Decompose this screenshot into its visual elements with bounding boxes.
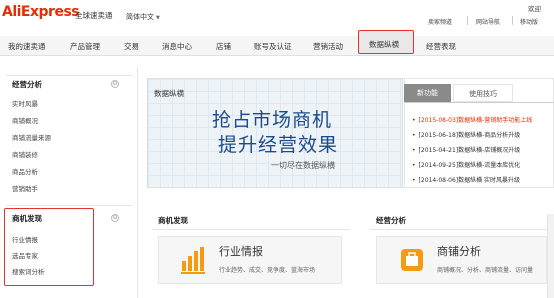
store-analysis-card[interactable]: 商铺分析 商铺概况、分析、商铺流量、访问量 [376, 236, 547, 284]
bullet-icon: • [412, 177, 416, 184]
divider [370, 229, 547, 230]
card-description: 商铺概况、分析、商铺流量、访问量 [437, 267, 534, 274]
card-title: 商铺分析 [437, 245, 481, 258]
sidebar-highlight-box [4, 208, 94, 286]
sidebar-item-product-analysis[interactable]: 商品分析 [12, 166, 38, 176]
nav-performance[interactable]: 经营表现 [426, 41, 456, 52]
main-nav: 我的速卖通 产品管理 交易 消息中心 店铺 账号及认证 营销活动 经营表现 [0, 36, 554, 56]
divider [6, 205, 132, 206]
collapse-icon[interactable]: ⊖ [111, 80, 119, 88]
news-item[interactable]: • [2015-08-03]数据纵横-营销助手功能上线 [412, 115, 532, 124]
language-selector[interactable]: 简体中文 ▼ [126, 12, 160, 22]
collapse-icon[interactable]: ⊖ [111, 214, 119, 222]
nav-product-management[interactable]: 产品管理 [70, 41, 100, 52]
aliexpress-logo[interactable]: AliExpress [2, 4, 80, 20]
card-title: 行业情报 [219, 245, 263, 258]
tab-new-features[interactable]: 新功能 [404, 84, 451, 102]
bar-chart-icon [181, 247, 205, 274]
bullet-icon: • [412, 162, 416, 169]
mobile-link[interactable]: 移动版 [520, 17, 538, 26]
banner-subtitle: 一切尽在数据纵横 [271, 161, 335, 170]
news-item[interactable]: • [2014-08-06]数据纵横 实时风暴升级 [412, 175, 520, 184]
news-item[interactable]: • [2015-06-18]数据纵横-商品分析升级 [412, 130, 520, 139]
section-title-business-analysis: 经营分析 [376, 216, 406, 225]
scroll-edge [547, 214, 554, 298]
banner-label: 数据纵横 [154, 89, 184, 98]
seller-channel-link[interactable]: 卖家频道 [428, 17, 452, 26]
nav-account[interactable]: 账号及认证 [254, 41, 292, 52]
chevron-down-icon: ▼ [156, 15, 160, 21]
sidebar-item-marketing-assistant[interactable]: 营销助手 [12, 183, 38, 193]
sidebar-item-store-decoration[interactable]: 商铺装修 [12, 149, 38, 159]
sidebar-item-store-overview[interactable]: 商铺概况 [12, 115, 38, 125]
logo-subtitle: 全球速卖通 [75, 11, 113, 20]
store-icon [401, 249, 423, 271]
news-item[interactable]: • [2014-09-25]数据纵横-流量本库优化 [412, 160, 520, 169]
divider [152, 229, 350, 230]
news-item-text: [2015-06-18]数据纵横-商品分析升级 [418, 132, 521, 139]
welcome-text: 欢迎 [528, 5, 541, 13]
nav-marketing[interactable]: 营销活动 [313, 41, 343, 52]
bullet-icon: • [412, 147, 416, 154]
news-item-text: [2015-04-21]数据纵横-店铺概况升级 [418, 147, 521, 154]
divider [467, 16, 468, 25]
nav-trade[interactable]: 交易 [124, 41, 139, 52]
nav-data-analysis-active[interactable]: 数据纵横 [358, 30, 414, 54]
bullet-icon: • [412, 132, 416, 139]
nav-store[interactable]: 店铺 [216, 41, 231, 52]
banner-title-line1: 抢占市场商机 [212, 109, 333, 131]
tab-underline [404, 102, 554, 103]
site-nav-link[interactable]: 网站导航 [476, 17, 500, 26]
sidebar-item-realtime[interactable]: 实时风暴 [12, 98, 38, 108]
news-item-text: [2015-08-03]数据纵横-营销助手功能上线 [418, 117, 533, 124]
nav-my-aliexpress[interactable]: 我的速卖通 [8, 41, 46, 52]
tab-tips[interactable]: 使用技巧 [453, 84, 513, 102]
nav-data-analysis-label: 数据纵横 [369, 40, 399, 49]
sidebar-heading-business-analysis: 经营分析 [12, 80, 42, 89]
news-item-text: [2014-09-25]数据纵横-流量本库优化 [418, 162, 521, 169]
card-description: 行业趋势、成交、竞争度、蓝海市场 [219, 267, 316, 274]
promo-banner: 数据纵横 抢占市场商机 提升经营效果 一切尽在数据纵横 [147, 78, 403, 188]
nav-message-center[interactable]: 消息中心 [162, 41, 192, 52]
bullet-icon: • [412, 117, 416, 124]
language-label: 简体中文 [126, 13, 154, 21]
news-item[interactable]: • [2015-04-21]数据纵横-店铺概况升级 [412, 145, 520, 154]
top-header: AliExpress 全球速卖通 简体中文 ▼ 卖家频道 网站导航 移动版 欢迎 [0, 0, 554, 36]
divider [512, 16, 513, 25]
news-item-text: [2014-08-06]数据纵横 实时风暴升级 [418, 177, 521, 184]
sidebar-item-traffic-source[interactable]: 商铺流量来源 [12, 132, 51, 142]
banner-title-line2: 提升经营效果 [218, 134, 339, 156]
section-title-opportunity: 商机发现 [158, 216, 188, 225]
divider [6, 75, 132, 76]
industry-intel-card[interactable]: 行业情报 行业趋势、成交、竞争度、蓝海市场 [158, 236, 342, 284]
